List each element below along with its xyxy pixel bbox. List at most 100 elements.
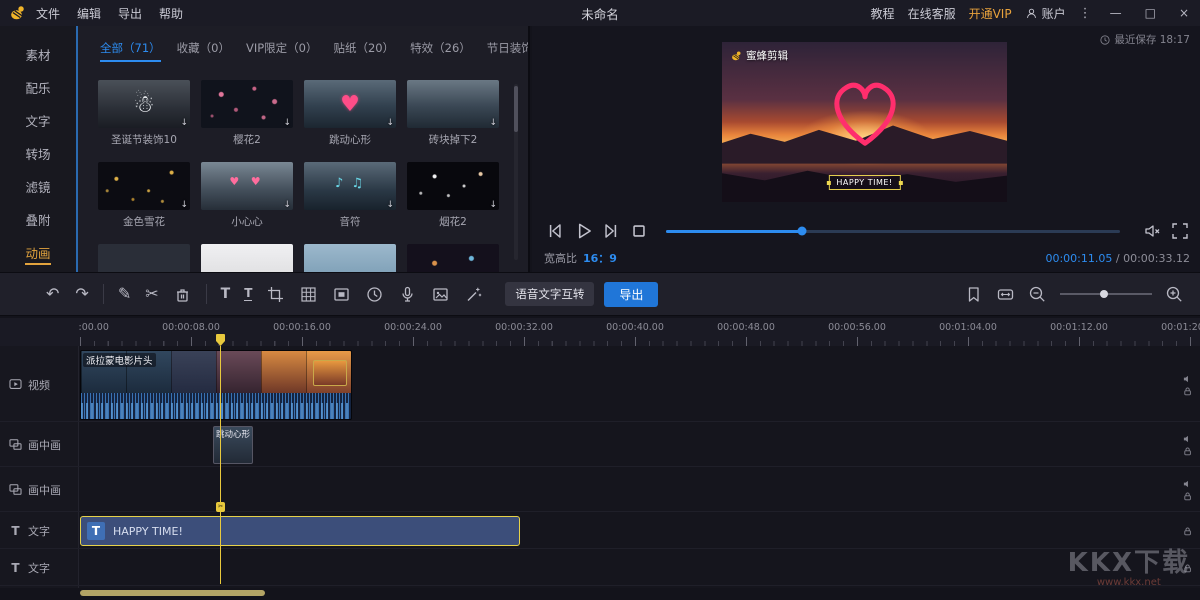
maximize-button[interactable]: □ [1140, 6, 1161, 20]
timeline-zoom-slider[interactable] [1060, 293, 1152, 295]
material-item[interactable] [201, 244, 293, 272]
lock-track-icon[interactable] [1183, 491, 1192, 500]
download-icon[interactable]: ↓ [386, 119, 394, 128]
track-text-1[interactable]: T 文字 T HAPPY TIME! [0, 513, 1200, 549]
tab-stickers[interactable]: 贴纸（20） [333, 40, 394, 62]
material-thumb-fireworks[interactable]: ↓ [407, 162, 499, 210]
material-thumb-smallhearts[interactable]: ↓ [201, 162, 293, 210]
mute-track-icon[interactable] [1183, 434, 1192, 443]
duration-clock-icon[interactable] [365, 285, 384, 304]
tutorial-link[interactable]: 教程 [871, 5, 895, 22]
material-thumb[interactable] [407, 244, 499, 272]
download-icon[interactable]: ↓ [386, 201, 394, 210]
material-thumb-snowman[interactable]: ↓ [98, 80, 190, 128]
video-clip[interactable]: 派拉蒙电影片头 [80, 350, 352, 420]
support-link[interactable]: 在线客服 [908, 5, 956, 22]
material-thumb-notes[interactable]: ↓ [304, 162, 396, 210]
pip-clip[interactable]: 跳动心形 [213, 426, 253, 464]
material-thumb[interactable] [201, 244, 293, 272]
undo-icon[interactable]: ↶ [46, 286, 59, 302]
lock-track-icon[interactable] [1183, 386, 1192, 395]
timeline-horizontal-scrollbar[interactable] [80, 590, 265, 596]
text-clip-selected[interactable]: T HAPPY TIME! [80, 516, 520, 546]
menu-export[interactable]: 导出 [118, 5, 142, 22]
magic-wand-icon[interactable] [464, 285, 483, 304]
tab-vip[interactable]: VIP限定（0） [246, 40, 318, 62]
more-menu-icon[interactable]: ⋮ [1079, 6, 1092, 21]
material-item[interactable] [407, 244, 499, 272]
edit-pencil-icon[interactable]: ✎ [118, 286, 131, 302]
sidebar-item-music[interactable]: 配乐 [0, 71, 76, 104]
sidebar-item-overlay[interactable]: 叠附 [0, 203, 76, 236]
material-thumb[interactable] [98, 244, 190, 272]
subtitle-tool-icon[interactable]: T [244, 287, 252, 301]
zoom-slider-handle[interactable] [1100, 290, 1108, 298]
material-item[interactable] [304, 244, 396, 272]
account-button[interactable]: 账户 [1025, 5, 1066, 22]
material-item[interactable]: ↓音符 [304, 162, 396, 244]
lock-track-icon[interactable] [1183, 446, 1192, 455]
lock-track-icon[interactable] [1183, 526, 1192, 535]
mute-track-icon[interactable] [1183, 374, 1192, 383]
download-icon[interactable]: ↓ [283, 201, 291, 210]
tab-all[interactable]: 全部（71） [100, 40, 161, 62]
redo-icon[interactable]: ↷ [75, 286, 88, 302]
sidebar-item-media[interactable]: 素材 [0, 38, 76, 71]
material-item[interactable]: ↓小心心 [201, 162, 293, 244]
overlay-frame-icon[interactable] [332, 285, 351, 304]
record-mic-icon[interactable] [398, 285, 417, 304]
material-thumb-goldsnow[interactable]: ↓ [98, 162, 190, 210]
download-icon[interactable]: ↓ [489, 201, 497, 210]
menu-file[interactable]: 文件 [36, 5, 60, 22]
tab-favorites[interactable]: 收藏（0） [177, 40, 230, 62]
tab-effects[interactable]: 特效（26） [410, 40, 471, 62]
fullscreen-icon[interactable] [1170, 221, 1190, 241]
next-frame-button[interactable] [600, 220, 622, 242]
export-button[interactable]: 导出 [604, 282, 658, 307]
zoom-out-icon[interactable] [1028, 285, 1047, 304]
sidebar-item-transition[interactable]: 转场 [0, 137, 76, 170]
crop-icon[interactable] [266, 285, 285, 304]
mute-icon[interactable] [1142, 221, 1162, 241]
track-pip-1[interactable]: 画中画 跳动心形 [0, 423, 1200, 467]
material-item[interactable]: ↓跳动心形 [304, 80, 396, 162]
menu-edit[interactable]: 编辑 [77, 5, 101, 22]
text-overlay-selected[interactable]: HAPPY TIME! [828, 175, 900, 190]
material-thumb-heart[interactable]: ↓ [304, 80, 396, 128]
material-item[interactable]: ↓樱花2 [201, 80, 293, 162]
material-item[interactable] [98, 244, 190, 272]
material-item[interactable]: ↓砖块掉下2 [407, 80, 499, 162]
menu-help[interactable]: 帮助 [159, 5, 183, 22]
sidebar-item-text[interactable]: 文字 [0, 104, 76, 137]
marker-flag-icon[interactable] [964, 285, 983, 304]
download-icon[interactable]: ↓ [489, 119, 497, 128]
materials-scrollbar[interactable] [514, 84, 518, 260]
fit-timeline-icon[interactable] [996, 285, 1015, 304]
split-scissors-icon[interactable]: ✂ [145, 286, 158, 302]
zoom-in-icon[interactable] [1165, 285, 1184, 304]
track-video[interactable]: 视频 派拉蒙电影片头 [0, 348, 1200, 422]
ruler-ticks[interactable]: 00:00:00.0000:00:08.0000:00:16.0000:00:2… [78, 318, 1200, 346]
aspect-ratio[interactable]: 宽高比16：9 [544, 250, 617, 266]
material-item[interactable]: ↓圣诞节装饰10 [98, 80, 190, 162]
tab-holiday[interactable]: 节日装饰（27） [487, 40, 530, 62]
mute-track-icon[interactable] [1183, 479, 1192, 488]
play-button[interactable] [572, 220, 594, 242]
sidebar-item-filter[interactable]: 滤镜 [0, 170, 76, 203]
stop-button[interactable] [628, 220, 650, 242]
seek-bar[interactable] [666, 230, 1120, 233]
material-item[interactable]: ↓金色雪花 [98, 162, 190, 244]
minimize-button[interactable]: — [1105, 6, 1127, 20]
mosaic-icon[interactable] [299, 285, 318, 304]
heart-overlay[interactable] [822, 74, 908, 150]
download-icon[interactable]: ↓ [283, 119, 291, 128]
delete-trash-icon[interactable] [173, 285, 192, 304]
close-button[interactable]: × [1174, 6, 1194, 20]
prev-frame-button[interactable] [544, 220, 566, 242]
material-thumb[interactable] [304, 244, 396, 272]
sidebar-item-animation[interactable]: 动画 [0, 236, 76, 269]
speech-text-button[interactable]: 语音文字互转 [505, 282, 594, 306]
text-tool-icon[interactable]: T [221, 286, 231, 302]
vip-link[interactable]: 开通VIP [969, 5, 1012, 22]
video-preview[interactable]: 蜜蜂剪辑 HAPPY TIME! [722, 42, 1007, 202]
